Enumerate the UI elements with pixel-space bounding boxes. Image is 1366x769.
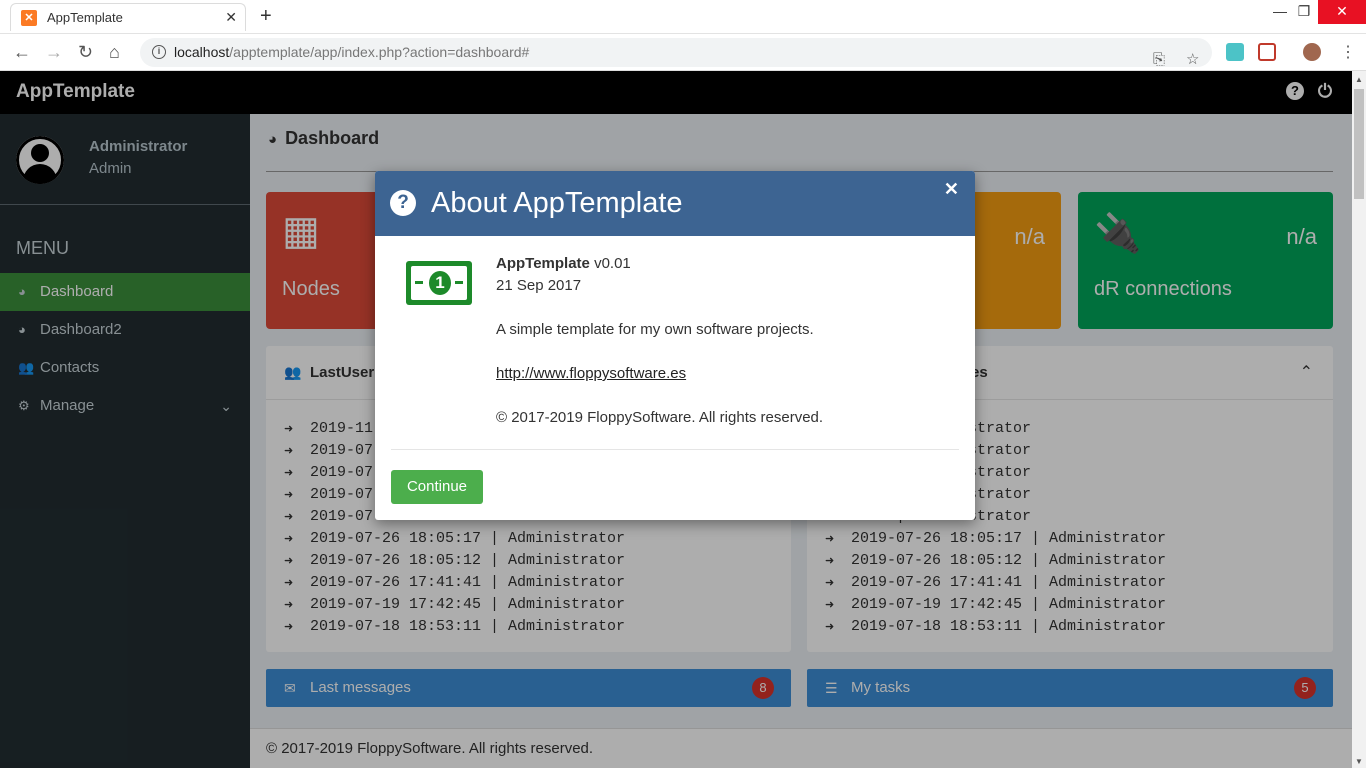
forward-button[interactable]: → xyxy=(45,42,63,63)
browser-menu-icon[interactable]: ⋮ xyxy=(1340,42,1356,62)
money-bill-icon: 1 xyxy=(406,261,472,305)
address-bar: ← → ↻ ⌂ i localhost/apptemplate/app/inde… xyxy=(0,34,1366,71)
about-description: A simple template for my own software pr… xyxy=(496,321,814,338)
scroll-down-icon[interactable]: ▼ xyxy=(1355,757,1363,766)
xampp-favicon-icon: ✕ xyxy=(21,9,37,26)
url-host: localhost xyxy=(174,44,230,60)
home-button[interactable]: ⌂ xyxy=(109,42,120,63)
dialog-divider xyxy=(391,449,959,450)
close-tab-icon[interactable]: ✕ xyxy=(225,9,237,26)
about-copyright: © 2017-2019 FloppySoftware. All rights r… xyxy=(496,409,824,426)
new-tab-button[interactable]: + xyxy=(260,5,272,28)
about-app-name: AppTemplate xyxy=(496,255,590,272)
dialog-title: About AppTemplate xyxy=(431,187,683,219)
about-date: 21 Sep 2017 xyxy=(496,277,582,294)
browser-tab-bar: ✕ AppTemplate ✕ + — ❐ ✕ xyxy=(0,0,1366,34)
back-button[interactable]: ← xyxy=(13,42,31,63)
about-dialog: ? About AppTemplate ✕ 1 AppTemplate v0.0… xyxy=(375,171,975,520)
close-window-button[interactable]: ✕ xyxy=(1318,0,1366,24)
page-scrollbar[interactable]: ▲ ▼ xyxy=(1352,71,1366,768)
about-version: v0.01 xyxy=(594,255,631,272)
bookmark-star-icon[interactable]: ☆ xyxy=(1186,45,1199,74)
close-icon[interactable]: ✕ xyxy=(944,179,959,200)
reload-button[interactable]: ↻ xyxy=(78,42,93,63)
scroll-up-icon[interactable]: ▲ xyxy=(1355,75,1363,84)
question-icon: ? xyxy=(390,190,416,216)
profile-avatar[interactable] xyxy=(1303,43,1321,61)
tab-title: AppTemplate xyxy=(47,10,123,25)
url-input[interactable]: i localhost/apptemplate/app/index.php?ac… xyxy=(140,38,1212,68)
browser-tab[interactable]: ✕ AppTemplate ✕ xyxy=(10,3,246,31)
info-icon[interactable]: i xyxy=(152,45,166,59)
app-version-line: AppTemplate v0.01 xyxy=(496,255,631,272)
url-path: /apptemplate/app/index.php?action=dashbo… xyxy=(229,44,530,60)
translate-icon[interactable]: ⎘ xyxy=(1153,45,1165,74)
extension-icon[interactable] xyxy=(1226,43,1244,61)
scrollbar-thumb[interactable] xyxy=(1354,89,1364,199)
restore-button[interactable]: ❐ xyxy=(1290,0,1318,24)
continue-button[interactable]: Continue xyxy=(391,470,483,504)
dialog-header: ? About AppTemplate ✕ xyxy=(375,171,975,236)
extension-shield-icon[interactable] xyxy=(1258,43,1276,61)
website-link[interactable]: http://www.floppysoftware.es xyxy=(496,365,686,382)
